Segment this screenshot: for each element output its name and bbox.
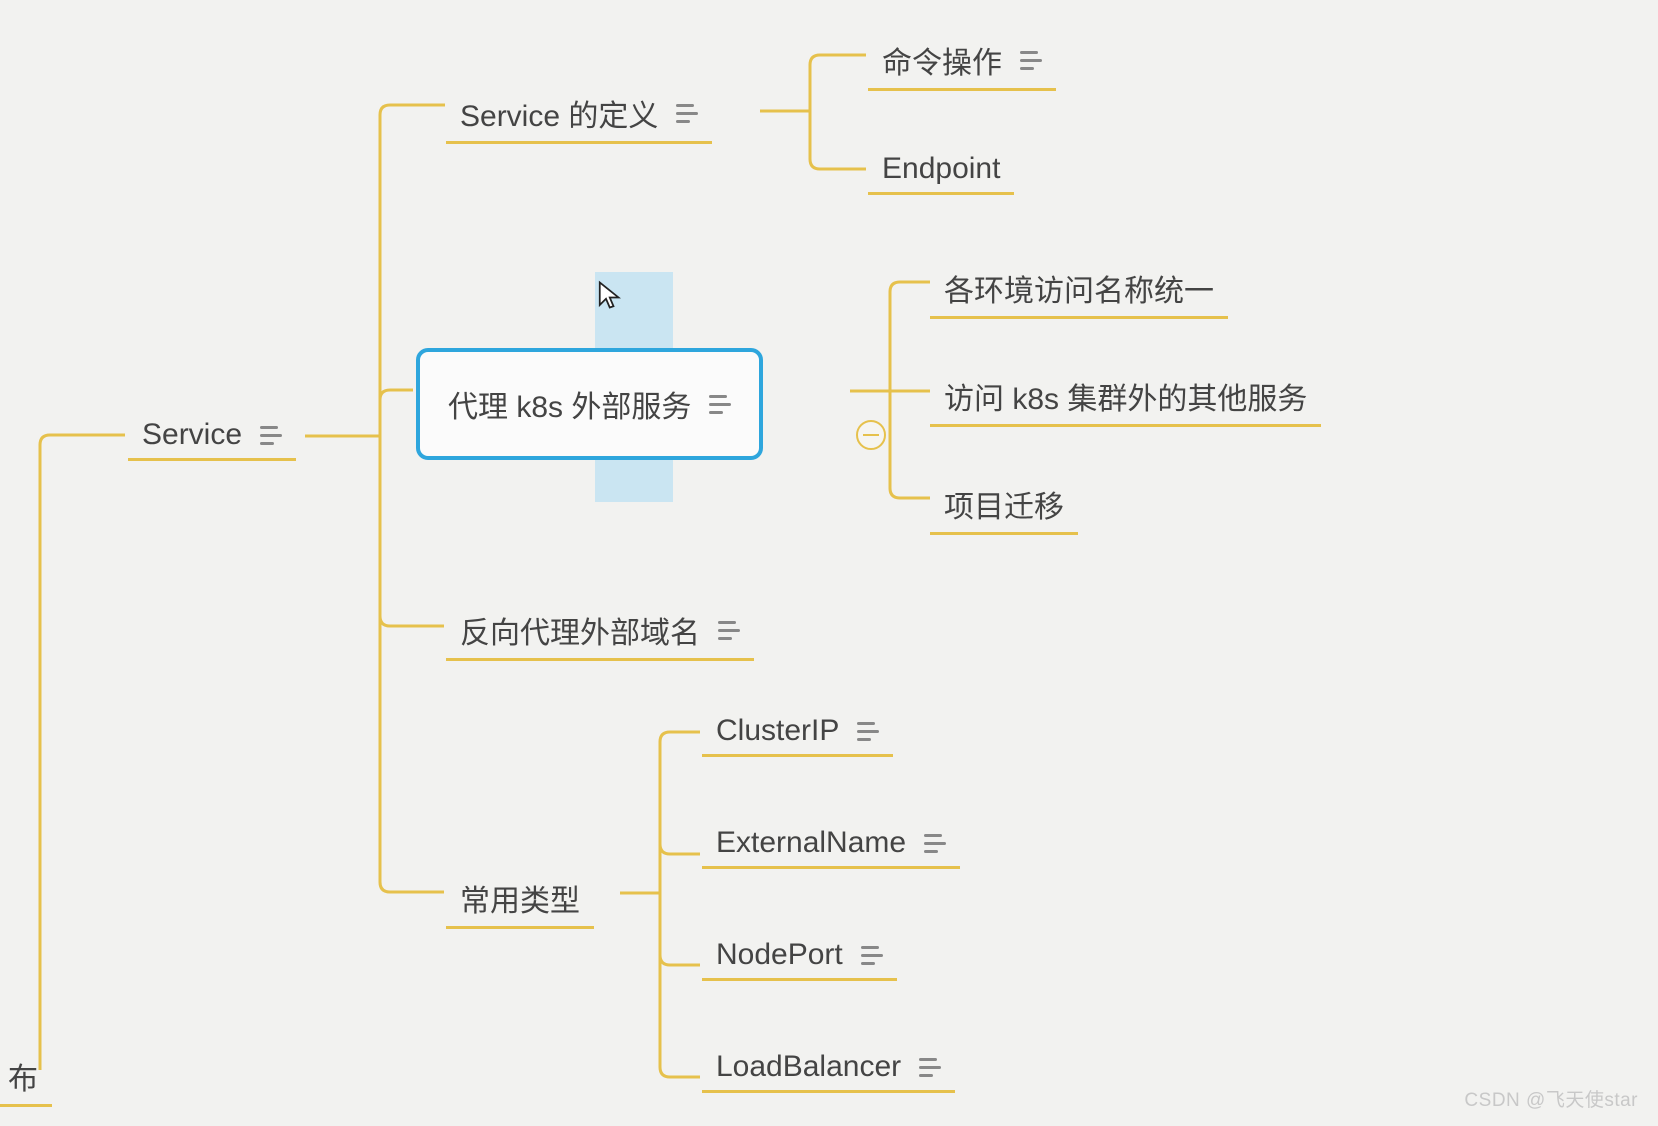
- node-types[interactable]: 常用类型: [446, 870, 594, 929]
- root-label: 布: [8, 1054, 38, 1098]
- node-label: 代理 k8s 外部服务: [448, 382, 691, 426]
- notes-icon: [718, 621, 740, 640]
- node-migrate[interactable]: 项目迁移: [930, 476, 1078, 535]
- node-label: Endpoint: [882, 152, 1000, 186]
- notes-icon: [861, 946, 883, 965]
- node-externalname[interactable]: ExternalName: [702, 820, 960, 869]
- node-env-names[interactable]: 各环境访问名称统一: [930, 260, 1228, 319]
- notes-icon: [676, 104, 698, 123]
- node-label: 反向代理外部域名: [460, 608, 700, 652]
- node-label: Service: [142, 418, 242, 452]
- node-cmd[interactable]: 命令操作: [868, 32, 1056, 91]
- node-clusterip[interactable]: ClusterIP: [702, 708, 893, 757]
- node-other-svc[interactable]: 访问 k8s 集群外的其他服务: [930, 368, 1321, 427]
- watermark: CSDN @飞天使star: [1464, 1085, 1638, 1112]
- node-definition[interactable]: Service 的定义: [446, 85, 712, 144]
- node-reverse-proxy[interactable]: 反向代理外部域名: [446, 602, 754, 661]
- notes-icon: [260, 426, 282, 445]
- notes-icon: [924, 834, 946, 853]
- node-nodeport[interactable]: NodePort: [702, 932, 897, 981]
- node-service[interactable]: Service: [128, 412, 296, 461]
- node-label: NodePort: [716, 938, 843, 972]
- mindmap-canvas[interactable]: 布 Service Service 的定义 命令操作 Endpoint 代理 k…: [0, 0, 1658, 1126]
- node-label: 常用类型: [460, 876, 580, 920]
- node-label: 各环境访问名称统一: [944, 266, 1214, 310]
- node-label: LoadBalancer: [716, 1050, 901, 1084]
- notes-icon: [709, 395, 731, 414]
- node-label: Service 的定义: [460, 91, 658, 135]
- node-proxy-k8s[interactable]: 代理 k8s 外部服务: [416, 348, 763, 460]
- node-label: 访问 k8s 集群外的其他服务: [944, 374, 1307, 418]
- node-label: 项目迁移: [944, 482, 1064, 526]
- collapse-toggle[interactable]: [856, 420, 886, 450]
- node-loadbalancer[interactable]: LoadBalancer: [702, 1044, 955, 1093]
- root-node-partial[interactable]: 布: [0, 1048, 52, 1107]
- node-label: ClusterIP: [716, 714, 839, 748]
- notes-icon: [919, 1058, 941, 1077]
- notes-icon: [857, 722, 879, 741]
- node-label: 命令操作: [882, 38, 1002, 82]
- node-label: ExternalName: [716, 826, 906, 860]
- notes-icon: [1020, 51, 1042, 70]
- node-endpoint[interactable]: Endpoint: [868, 146, 1014, 195]
